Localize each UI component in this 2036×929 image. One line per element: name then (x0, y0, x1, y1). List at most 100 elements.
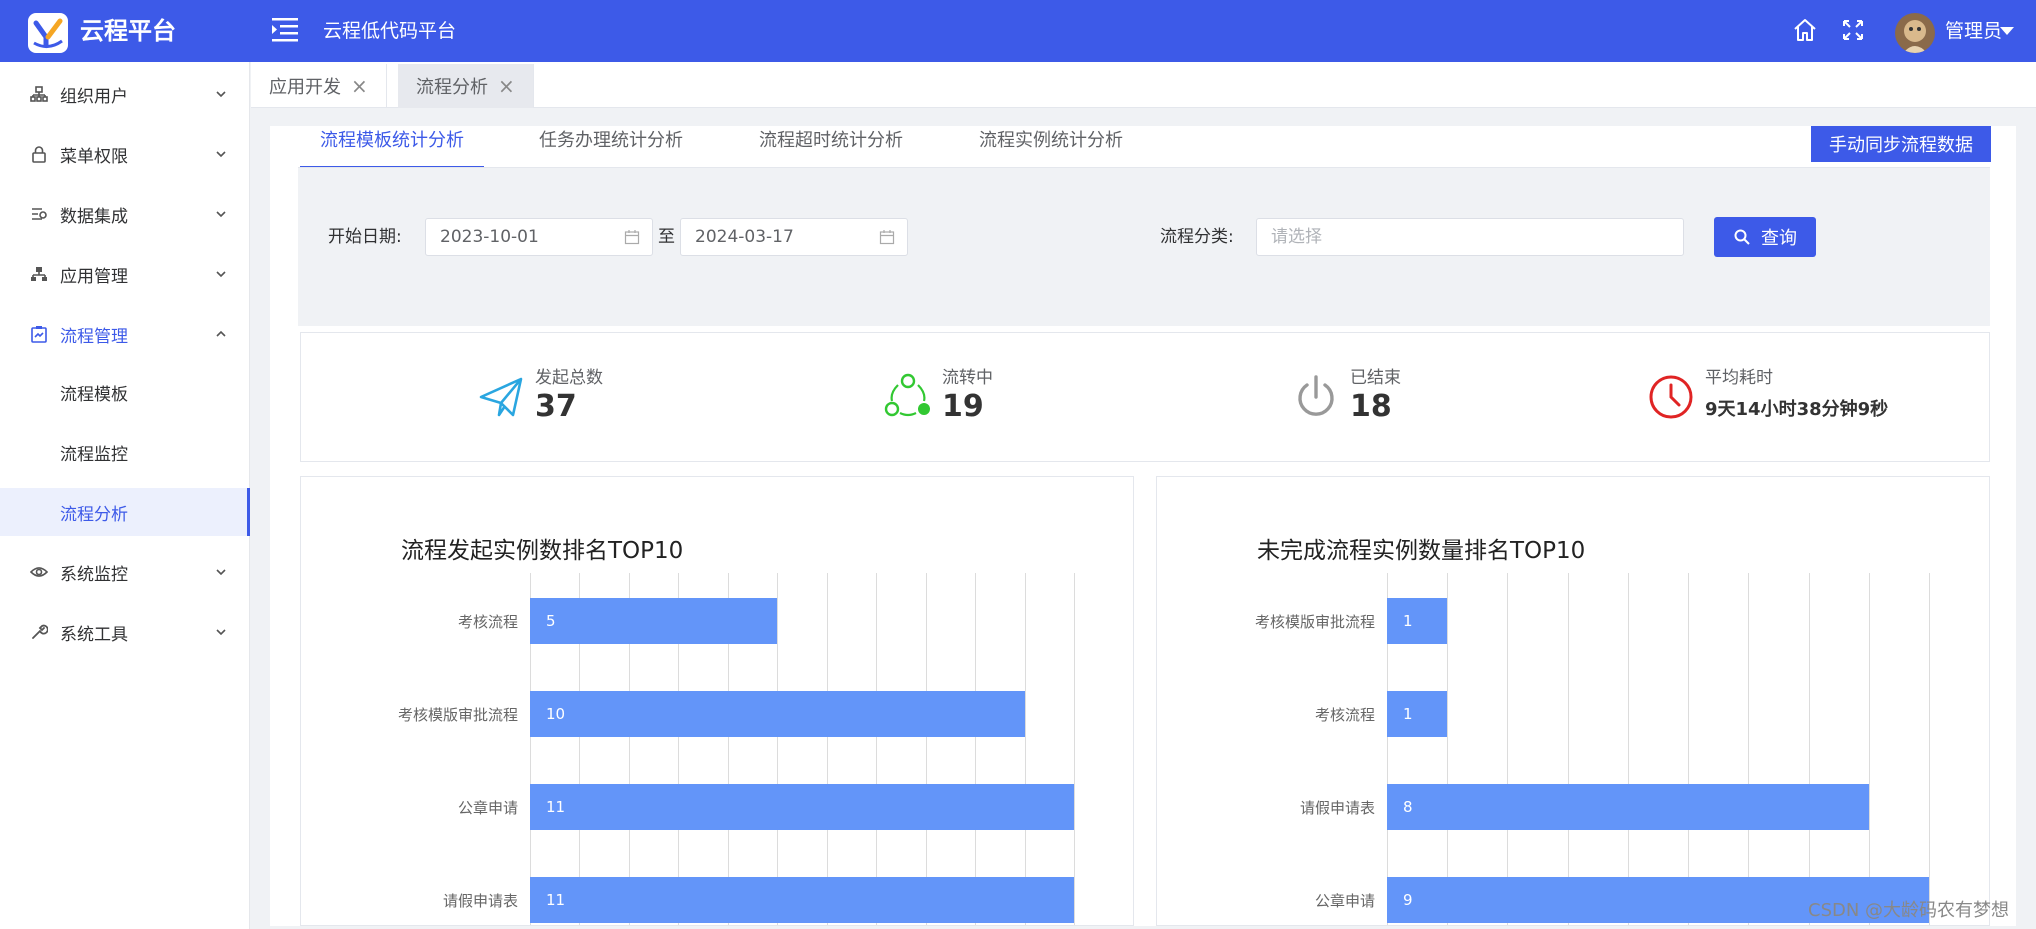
category-label: 请假申请表 (1299, 799, 1375, 817)
menu-toggle-icon[interactable] (272, 16, 300, 42)
app-title: 云程低代码平台 (323, 20, 457, 42)
grid-line (1567, 573, 1569, 925)
grid-line (826, 573, 828, 925)
chevron-down-icon (216, 211, 226, 218)
wrench-icon (32, 624, 48, 639)
chart-bar[interactable] (530, 598, 778, 644)
tab-timeout-stats[interactable]: 流程超时统计分析 (759, 126, 903, 168)
sidebar-subitem-flow-monitor[interactable]: 流程监控 (0, 428, 250, 476)
bar-value-label: 10 (546, 705, 566, 723)
eye-icon (30, 567, 48, 577)
bar-value-label: 11 (546, 891, 566, 909)
tab-task-stats[interactable]: 任务办理统计分析 (539, 126, 683, 168)
chevron-down-icon (216, 569, 226, 576)
sidebar-item-label: 组织用户 (60, 86, 128, 107)
end-date-value: 2024-03-17 (695, 227, 794, 247)
cycle-icon (884, 373, 930, 417)
category-label: 请假申请表 (442, 892, 518, 910)
main-content: 流程模板统计分析 任务办理统计分析 流程超时统计分析 流程实例统计分析 手动同步… (270, 126, 2016, 926)
data-icon (32, 208, 47, 220)
chart-bar[interactable] (530, 691, 1025, 737)
top-header: 云程平台 云程低代码平台 管理员 (0, 0, 2036, 62)
caret-down-icon[interactable] (2000, 27, 2014, 35)
chart-bar[interactable] (1387, 598, 1448, 644)
sync-data-button[interactable]: 手动同步流程数据 (1811, 126, 1991, 162)
category-label: 流程分类: (1160, 227, 1234, 247)
chevron-down-icon (216, 91, 226, 98)
category-label: 公章申请 (457, 799, 518, 817)
watermark: CSDN @大龄码农有梦想 (1808, 900, 2010, 921)
home-icon[interactable] (1792, 17, 1818, 43)
grid-line (1024, 573, 1026, 925)
sidebar-item-system-monitor[interactable]: 系统监控 (0, 544, 250, 600)
chart-bar[interactable] (530, 784, 1074, 830)
sidebar-item-org-users[interactable]: 组织用户 (0, 66, 250, 122)
sidebar-item-app-management[interactable]: 应用管理 (0, 246, 250, 302)
grid-line (1808, 573, 1810, 925)
avatar-image-icon (1895, 13, 1935, 53)
tab-label: 应用开发 (269, 77, 341, 98)
sidebar-subitem-label: 流程监控 (60, 444, 128, 465)
user-name[interactable]: 管理员 (1945, 17, 2002, 45)
sidebar-item-label: 应用管理 (60, 266, 128, 287)
fullscreen-icon[interactable] (1840, 17, 1866, 43)
tab-template-stats[interactable]: 流程模板统计分析 (300, 126, 484, 168)
avatar[interactable] (1895, 13, 1935, 53)
query-button[interactable]: 查询 (1714, 217, 1816, 257)
grid-line (1748, 573, 1750, 925)
sidebar-subitem-label: 流程分析 (60, 504, 128, 525)
filter-area: 开始日期: 2023-10-01 至 2024-03-17 流程分类: 请选择 … (298, 168, 1990, 326)
grid-line (1074, 573, 1075, 925)
lock-icon (32, 146, 46, 163)
grid-line (777, 573, 779, 925)
date-range-separator: 至 (658, 227, 675, 247)
stat-value: 18 (1350, 389, 1392, 424)
grid-line (1507, 573, 1509, 925)
category-label: 考核模版审批流程 (397, 706, 518, 724)
chevron-down-icon (216, 151, 226, 158)
sidebar-item-system-tools[interactable]: 系统工具 (0, 604, 250, 660)
tab-instance-stats[interactable]: 流程实例统计分析 (979, 126, 1123, 168)
category-select[interactable]: 请选择 (1256, 218, 1684, 256)
sidebar-item-menu-permission[interactable]: 菜单权限 (0, 126, 250, 182)
grid-line (1447, 573, 1449, 925)
tab-app-dev[interactable]: 应用开发 × (251, 64, 387, 108)
end-date-input[interactable]: 2024-03-17 (680, 218, 908, 256)
sidebar-subitem-flow-analysis[interactable]: 流程分析 (0, 488, 250, 536)
sidebar-item-label: 流程管理 (60, 326, 128, 347)
paper-plane-icon (479, 377, 523, 417)
app-icon (31, 267, 47, 281)
clock-icon (1649, 375, 1693, 419)
start-date-input[interactable]: 2023-10-01 (425, 218, 653, 256)
category-label: 考核模版审批流程 (1254, 613, 1375, 631)
stat-value: 19 (942, 389, 984, 424)
chevron-down-icon (216, 271, 226, 278)
grid-line (1688, 573, 1690, 925)
bar-value-label: 9 (1403, 891, 1413, 909)
sidebar-item-data-integration[interactable]: 数据集成 (0, 186, 250, 242)
search-icon (1734, 229, 1750, 245)
stats-panel: 发起总数 37 流转中 19 已结束 18 平均耗时 9天14小时38分钟9秒 (300, 332, 1990, 462)
bar-value-label: 1 (1403, 705, 1413, 723)
chart-title: 流程发起实例数排名TOP10 (401, 538, 684, 564)
grid-line (1627, 573, 1629, 925)
sidebar-item-flow-management[interactable]: 流程管理 (0, 306, 250, 362)
sidebar-item-label: 系统工具 (60, 624, 128, 645)
chart-bar[interactable] (1387, 784, 1869, 830)
grid-line (1868, 573, 1870, 925)
category-label: 考核流程 (1314, 706, 1375, 724)
bar-value-label: 8 (1403, 798, 1413, 816)
sidebar-item-label: 数据集成 (60, 206, 128, 227)
sidebar-item-label: 系统监控 (60, 564, 128, 585)
stat-value: 37 (535, 389, 577, 424)
sidebar-subitem-flow-template[interactable]: 流程模板 (0, 368, 250, 416)
stat-label: 平均耗时 (1705, 368, 1773, 388)
chart-bar[interactable] (530, 877, 1074, 923)
close-icon[interactable]: × (498, 74, 515, 98)
tab-flow-analysis[interactable]: 流程分析 × (398, 64, 534, 108)
chart-bar[interactable] (1387, 691, 1448, 737)
page-tabs-bar: 应用开发 × 流程分析 × (251, 62, 2036, 108)
sidebar-subitem-label: 流程模板 (60, 384, 128, 405)
close-icon[interactable]: × (351, 74, 368, 98)
calendar-icon (624, 230, 640, 245)
